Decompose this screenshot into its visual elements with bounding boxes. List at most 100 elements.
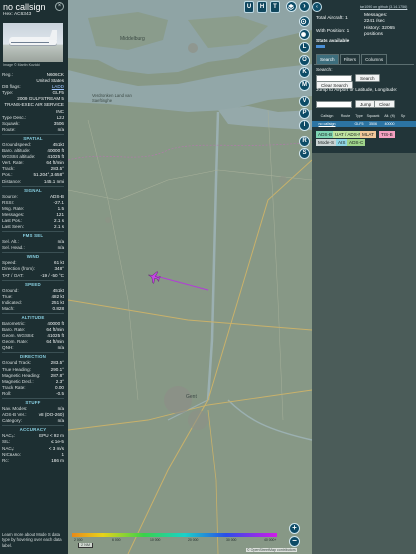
info-key: Rc: xyxy=(2,457,9,463)
layers-icon[interactable] xyxy=(286,1,297,12)
map-button-u[interactable]: U xyxy=(244,1,254,13)
map-button-o[interactable]: O xyxy=(299,55,310,66)
info-key: TAT / OAT: xyxy=(2,272,24,278)
section-title[interactable]: ALTITUDE xyxy=(2,313,64,321)
map-view[interactable]: Middelburg Verdronken Land van Saeftingh… xyxy=(68,0,312,554)
info-row: Mach: 0.828 xyxy=(2,306,64,312)
info-key: Reg.: xyxy=(2,72,13,77)
map-label-nature: Verdronken Land van Saeftinghe xyxy=(92,93,132,103)
messages-value: 2241 /sec xyxy=(364,19,385,24)
info-row: Route: n/a xyxy=(2,127,64,133)
right-panel: tar1090 on github (3.14.1756) Total Airc… xyxy=(312,0,416,554)
photo-credit[interactable]: Image © Martin Kozicki xyxy=(3,63,40,67)
tab-search[interactable]: Search xyxy=(316,54,339,64)
header-squawk[interactable]: Squawk xyxy=(365,112,381,120)
info-rows: Reg.: N606CK United States DB flags: LADD Typ… xyxy=(2,72,64,464)
legend-chip: AIS xyxy=(336,139,348,146)
zoom-out-button[interactable]: − xyxy=(289,536,300,547)
photo-plane-stripe xyxy=(11,42,49,44)
info-row: Sel. Head.: n/a xyxy=(2,245,64,251)
header-callsign[interactable]: Callsign xyxy=(316,112,338,120)
github-link[interactable]: tar1090 on github (3.14.1756) xyxy=(360,5,407,9)
map-label-north-city: Middelburg xyxy=(120,36,145,42)
info-key: Route: xyxy=(2,126,16,132)
info-key: Mach: xyxy=(2,305,15,311)
settings-icon[interactable] xyxy=(299,29,310,40)
info-row: Last Seen: 2.1 s xyxy=(2,224,64,230)
with-pos-value: 1 xyxy=(346,29,350,34)
header-altitude[interactable]: Alt. (ft) xyxy=(381,112,398,120)
row-speed xyxy=(398,121,408,127)
section-title[interactable]: SPATIAL xyxy=(2,133,64,142)
map-button-l[interactable]: L xyxy=(299,42,310,53)
search-button[interactable]: Search xyxy=(355,74,380,82)
header-route[interactable]: Route xyxy=(338,112,353,120)
header-speed[interactable]: Sp xyxy=(398,112,408,120)
collapse-arrow-icon[interactable]: ‹ xyxy=(312,2,322,12)
map-button-m[interactable]: M xyxy=(299,80,310,91)
map-button-h[interactable]: H xyxy=(257,1,267,13)
section-title[interactable]: STUFF xyxy=(2,398,64,406)
callsign-title: no callsign xyxy=(3,2,46,12)
tab-filters[interactable]: Filters xyxy=(339,54,361,64)
info-row: TRANS-EXEC AIR SERVICE xyxy=(2,102,64,108)
right-panel-empty xyxy=(312,153,416,554)
legend-chip: Mode-S xyxy=(316,139,337,146)
legend-chip: TIS-B xyxy=(379,131,395,138)
section-title[interactable]: ACCURACY xyxy=(2,425,64,433)
info-key: Type: xyxy=(2,90,14,96)
altitude-legend-bar xyxy=(72,533,277,537)
section-title[interactable]: DIRECTION xyxy=(2,352,64,360)
section-title[interactable]: FMS SEL xyxy=(2,231,64,239)
map-button-t[interactable]: T xyxy=(270,1,280,13)
hex-line: Hex: AC6343 xyxy=(3,12,31,17)
search-label: Search: xyxy=(316,68,333,73)
panel-toggle-arrow-icon[interactable]: › xyxy=(299,1,310,12)
info-key: Category: xyxy=(2,418,22,424)
aircraft-table-header: Callsign Route Type Squawk Alt. (ft) Sp xyxy=(312,112,416,120)
jump-input[interactable] xyxy=(316,101,352,108)
history-stat: History: 32065 positions xyxy=(364,26,412,38)
map-button-s[interactable]: S xyxy=(299,148,310,159)
section-title[interactable]: SIGNAL xyxy=(2,185,64,194)
footer-note: Learn more about Mode S data type by hov… xyxy=(2,532,62,548)
section-title[interactable]: WIND xyxy=(2,252,64,260)
info-key: Roll: xyxy=(2,390,12,396)
tab-bar: Search Filters Columns xyxy=(316,54,388,64)
info-row: Rc: 186 m xyxy=(2,458,64,464)
zoom-in-button[interactable]: + xyxy=(289,523,300,534)
legend-chip: ADS-B xyxy=(316,131,335,138)
map-label-south-city: Gent xyxy=(186,394,197,400)
close-icon[interactable]: × xyxy=(55,2,64,11)
messages-stat: Messages: 2241 /sec xyxy=(364,13,387,25)
altitude-tick-label: 10 000 xyxy=(150,538,161,542)
row-callsign[interactable]: no callsign xyxy=(316,121,338,127)
map-button-v[interactable]: V xyxy=(299,96,310,107)
map-button-r[interactable]: R xyxy=(299,136,310,147)
total-value: 1 xyxy=(345,16,348,21)
header-type[interactable]: Type xyxy=(353,112,365,120)
aircraft-info-panel: no callsign Hex: AC6343 × Image © Martin… xyxy=(0,0,68,554)
settings-gear-icon[interactable] xyxy=(299,16,310,27)
info-key: QNH: xyxy=(2,345,14,351)
tab-columns[interactable]: Columns xyxy=(361,54,388,64)
map-canvas[interactable] xyxy=(68,0,312,554)
info-key: Last Seen: xyxy=(2,224,24,230)
jump-clear-button[interactable]: Clear xyxy=(374,100,395,108)
row-squawk: 3506 xyxy=(369,122,377,126)
section-title[interactable]: SPEED xyxy=(2,279,64,288)
info-row: Distance: 145.1 nmi xyxy=(2,179,64,185)
info-row: TAT / OAT: -19 / -50 °C xyxy=(2,273,64,279)
map-scale: 2 NM xyxy=(78,543,94,548)
legend-chip: ADS-C xyxy=(347,139,366,146)
aircraft-photo[interactable] xyxy=(3,23,63,62)
map-button-p[interactable]: P xyxy=(299,108,310,119)
legend-chip: MLAT xyxy=(360,131,376,138)
map-button-i[interactable]: I xyxy=(299,120,310,131)
info-key: Sel. Head.: xyxy=(2,245,25,251)
info-value: n/a xyxy=(57,126,64,132)
map-button-k[interactable]: K xyxy=(299,67,310,78)
table-row[interactable]: no callsign GLF5 3506 40000 xyxy=(312,121,416,127)
hex-label: Hex: xyxy=(3,12,13,17)
map-attribution[interactable]: © OpenStreetMap contributors xyxy=(246,548,297,552)
